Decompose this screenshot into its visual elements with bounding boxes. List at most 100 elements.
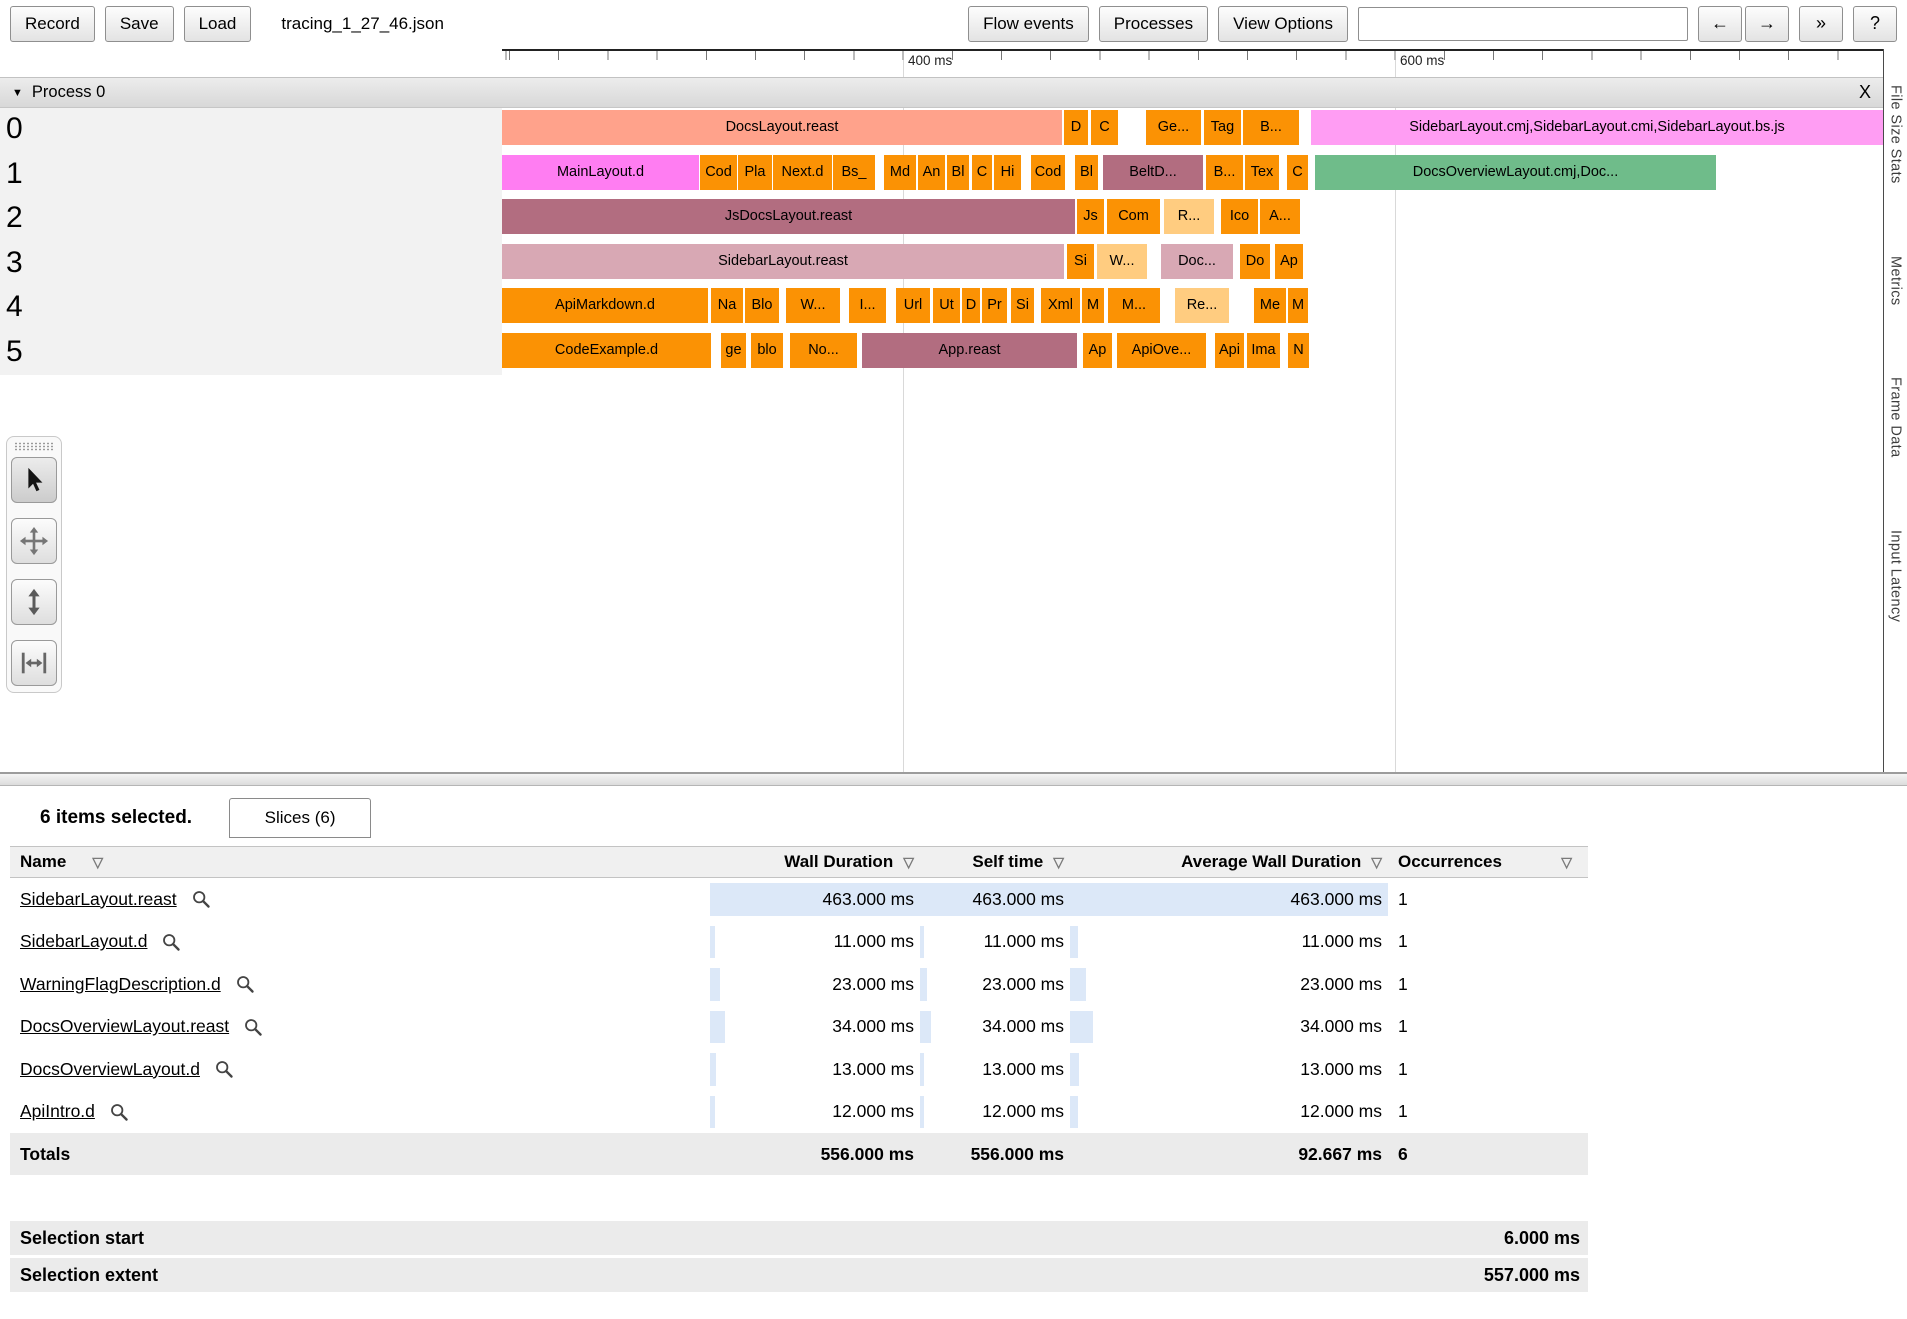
trace-slice[interactable]: D [1064, 110, 1088, 145]
trace-slice[interactable]: C [972, 155, 992, 190]
trace-slice[interactable]: Hi [994, 155, 1021, 190]
trace-slice[interactable]: Xml [1041, 288, 1080, 323]
magnifier-icon[interactable] [243, 1017, 263, 1037]
sort-arrow-icon[interactable]: ▽ [1561, 854, 1572, 871]
trace-slice[interactable]: Ima [1247, 333, 1280, 368]
trace-slice[interactable]: Blo [745, 288, 779, 323]
magnifier-icon[interactable] [235, 974, 255, 994]
column-header-wall-duration[interactable]: Wall Duration▽ [710, 847, 920, 877]
magnifier-icon[interactable] [161, 932, 181, 952]
trace-slice[interactable]: SidebarLayout.cmj,SidebarLayout.cmi,Side… [1311, 110, 1883, 145]
close-process-button[interactable]: X [1859, 82, 1871, 103]
column-header-name[interactable]: Name▽ [10, 847, 710, 877]
trace-slice[interactable]: Pr [982, 288, 1007, 323]
trace-slice[interactable]: SidebarLayout.reast [502, 244, 1064, 279]
timing-tool-button[interactable] [11, 640, 57, 686]
trace-slice[interactable]: Url [896, 288, 930, 323]
trace-slice[interactable]: Pla [738, 155, 772, 190]
view-options-button[interactable]: View Options [1218, 6, 1348, 42]
trace-slice[interactable]: ApiMarkdown.d [502, 288, 708, 323]
timeline-ruler[interactable] [502, 49, 1883, 60]
side-tab-input-latency[interactable]: Input Latency [1888, 530, 1904, 622]
panel-splitter[interactable] [0, 772, 1907, 786]
help-button[interactable]: ? [1853, 6, 1897, 42]
trace-slice[interactable]: Ico [1221, 199, 1258, 234]
slice-name-link[interactable]: DocsOverviewLayout.reast [20, 1016, 229, 1037]
trace-slice[interactable]: Na [711, 288, 743, 323]
trace-slice[interactable]: Si [1011, 288, 1034, 323]
trace-slice[interactable]: Bs_ [833, 155, 875, 190]
slice-name-link[interactable]: ApiIntro.d [20, 1101, 95, 1122]
trace-slice[interactable]: Ap [1275, 244, 1303, 279]
trace-slice[interactable]: ge [721, 333, 746, 368]
track-lane[interactable]: CodeExample.dgebloNo...App.reastApApiOve… [502, 333, 1883, 368]
column-header-occurrences[interactable]: Occurrences▽ [1388, 847, 1588, 877]
slice-name-link[interactable]: DocsOverviewLayout.d [20, 1059, 200, 1080]
trace-slice[interactable]: Cod [1031, 155, 1065, 190]
side-tab-frame-data[interactable]: Frame Data [1888, 377, 1904, 458]
trace-slice[interactable]: Doc... [1161, 244, 1233, 279]
trace-slice[interactable]: JsDocsLayout.reast [502, 199, 1075, 234]
trace-slice[interactable]: Bl [947, 155, 969, 190]
trace-slice[interactable]: M... [1108, 288, 1160, 323]
trace-slice[interactable]: Ap [1083, 333, 1112, 368]
track-lane[interactable]: ApiMarkdown.dNaBloW...I...UrlUtDPrSiXmlM… [502, 288, 1883, 323]
trace-slice[interactable]: B... [1243, 110, 1299, 145]
trace-slice[interactable]: Js [1077, 199, 1104, 234]
save-button[interactable]: Save [105, 6, 174, 42]
trace-slice[interactable]: No... [790, 333, 857, 368]
trace-slice[interactable]: App.reast [862, 333, 1077, 368]
sort-arrow-icon[interactable]: ▽ [1053, 854, 1064, 871]
sort-arrow-icon[interactable]: ▽ [903, 854, 914, 871]
selection-tool-button[interactable] [11, 457, 57, 503]
find-previous-button[interactable]: ← [1698, 6, 1742, 42]
tab-slices[interactable]: Slices (6) [229, 798, 371, 838]
trace-slice[interactable]: Tex [1245, 155, 1279, 190]
sort-arrow-icon[interactable]: ▽ [92, 854, 103, 871]
palette-drag-handle[interactable] [14, 442, 54, 451]
trace-slice[interactable]: An [918, 155, 945, 190]
trace-slice[interactable]: DocsOverviewLayout.cmj,Doc... [1315, 155, 1716, 190]
trace-slice[interactable]: M [1288, 288, 1308, 323]
trace-slice[interactable]: C [1091, 110, 1118, 145]
track-lane[interactable]: DocsLayout.reastDCGe...TagB...SidebarLay… [502, 110, 1883, 145]
column-header-self-time[interactable]: Self time▽ [920, 847, 1070, 877]
trace-slice[interactable]: DocsLayout.reast [502, 110, 1062, 145]
slice-name-link[interactable]: SidebarLayout.reast [20, 889, 177, 910]
expand-find-button[interactable]: » [1799, 6, 1843, 42]
trace-slice[interactable]: Do [1240, 244, 1270, 279]
track-lane[interactable]: MainLayout.dCodPlaNext.dBs_MdAnBlCHiCodB… [502, 155, 1883, 190]
trace-slice[interactable]: ApiOve... [1117, 333, 1206, 368]
trace-slice[interactable]: W... [786, 288, 840, 323]
find-next-button[interactable]: → [1745, 6, 1789, 42]
trace-slice[interactable]: Re... [1175, 288, 1229, 323]
trace-slice[interactable]: B... [1206, 155, 1243, 190]
column-header-average-wall-duration[interactable]: Average Wall Duration▽ [1070, 847, 1388, 877]
zoom-tool-button[interactable] [11, 579, 57, 625]
trace-slice[interactable]: Bl [1075, 155, 1098, 190]
trace-slice[interactable]: Tag [1204, 110, 1241, 145]
trace-slice[interactable]: I... [849, 288, 886, 323]
trace-slice[interactable]: CodeExample.d [502, 333, 711, 368]
side-tab-metrics[interactable]: Metrics [1888, 256, 1904, 306]
trace-slice[interactable]: R... [1164, 199, 1214, 234]
trace-slice[interactable]: Next.d [773, 155, 832, 190]
slice-name-link[interactable]: WarningFlagDescription.d [20, 974, 221, 995]
trace-slice[interactable]: Api [1215, 333, 1244, 368]
trace-slice[interactable]: Si [1067, 244, 1094, 279]
trace-slice[interactable]: N [1288, 333, 1309, 368]
processes-button[interactable]: Processes [1099, 6, 1208, 42]
magnifier-icon[interactable] [191, 889, 211, 909]
trace-slice[interactable]: Me [1254, 288, 1286, 323]
trace-slice[interactable]: Cod [700, 155, 737, 190]
load-button[interactable]: Load [184, 6, 252, 42]
trace-slice[interactable]: W... [1097, 244, 1147, 279]
sort-arrow-icon[interactable]: ▽ [1371, 854, 1382, 871]
find-input[interactable] [1358, 7, 1688, 41]
track-lane[interactable]: JsDocsLayout.reastJsComR...IcoA... [502, 199, 1883, 234]
trace-slice[interactable]: A... [1260, 199, 1300, 234]
flow-events-button[interactable]: Flow events [968, 6, 1089, 42]
trace-slice[interactable]: BeltD... [1103, 155, 1203, 190]
trace-slice[interactable]: MainLayout.d [502, 155, 699, 190]
side-tab-file-size-stats[interactable]: File Size Stats [1888, 85, 1904, 184]
